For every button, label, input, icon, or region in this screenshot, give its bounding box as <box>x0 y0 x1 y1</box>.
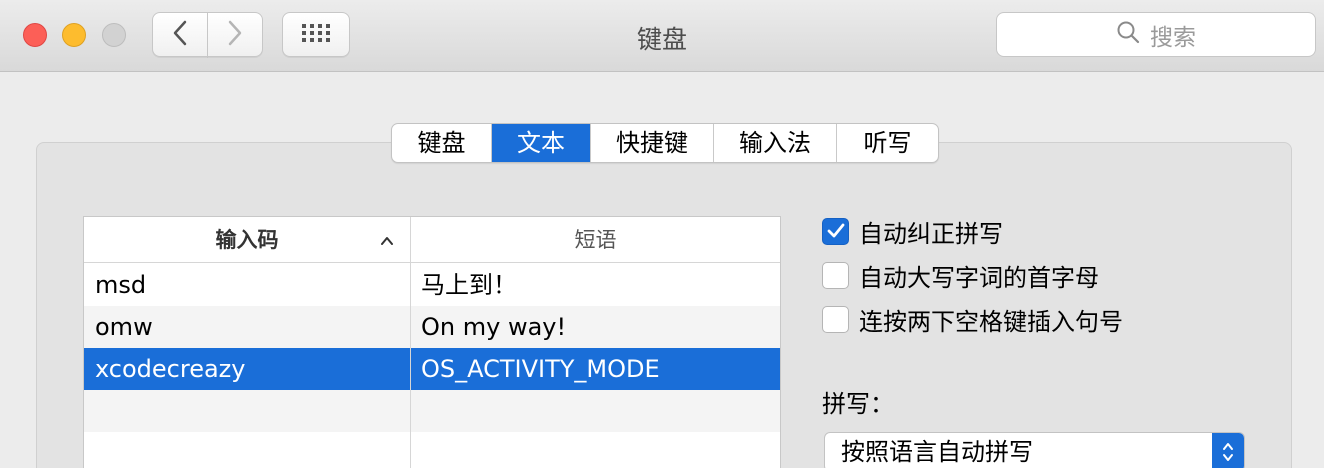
row-phrase: OS_ACTIVITY_MODE <box>421 355 660 383</box>
option-label: 自动纠正拼写 <box>859 219 1003 248</box>
checkmark-icon <box>827 217 845 245</box>
tab-keyboard[interactable]: 键盘 <box>392 124 492 162</box>
spelling-selected-value: 按照语言自动拼写 <box>841 438 1033 466</box>
spelling-label: 拼写： <box>822 390 894 418</box>
row-code: xcodecreazy <box>95 355 246 383</box>
row-code: omw <box>95 313 153 341</box>
table-row-empty <box>84 390 780 432</box>
table-row[interactable]: omw On my way! <box>84 306 780 348</box>
option-auto-capitalize[interactable]: 自动大写字词的首字母 <box>822 260 1099 292</box>
row-phrase: 马上到！ <box>421 271 517 299</box>
table-row[interactable]: msd 马上到！ <box>84 264 780 306</box>
chevron-updown-icon <box>1212 433 1244 468</box>
column-header-code[interactable]: 输入码 <box>84 217 410 263</box>
table-header: 输入码 短语 <box>84 217 780 263</box>
tab-shortcuts[interactable]: 快捷键 <box>591 124 714 162</box>
column-header-phrase[interactable]: 短语 <box>410 217 780 263</box>
option-label: 自动大写字词的首字母 <box>859 263 1099 292</box>
checkbox-checked[interactable] <box>822 217 849 245</box>
column-divider <box>410 263 411 468</box>
tab-bar: 键盘 文本 快捷键 输入法 听写 <box>391 123 939 163</box>
search-field[interactable]: 搜索 <box>996 12 1316 57</box>
table-row-selected[interactable]: xcodecreazy OS_ACTIVITY_MODE <box>84 348 780 390</box>
row-code: msd <box>95 271 147 299</box>
sort-ascending-icon[interactable] <box>380 217 394 268</box>
option-double-space-period[interactable]: 连按两下空格键插入句号 <box>822 304 1123 336</box>
tab-dictation[interactable]: 听写 <box>837 124 938 162</box>
option-auto-correct[interactable]: 自动纠正拼写 <box>822 216 1003 248</box>
checkbox-unchecked[interactable] <box>822 261 849 289</box>
text-replacement-table: 输入码 短语 msd 马上到！ omw On my way! xcodecrea… <box>83 216 781 468</box>
table-row-empty <box>84 432 780 468</box>
tab-input-sources[interactable]: 输入法 <box>714 124 837 162</box>
checkbox-unchecked[interactable] <box>822 305 849 333</box>
spelling-select[interactable]: 按照语言自动拼写 <box>824 432 1245 468</box>
search-placeholder: 搜索 <box>1150 24 1196 51</box>
search-icon <box>1116 20 1140 50</box>
title-bar: 键盘 搜索 <box>0 0 1324 72</box>
row-phrase: On my way! <box>421 313 567 341</box>
tab-text[interactable]: 文本 <box>492 124 591 162</box>
option-label: 连按两下空格键插入句号 <box>859 307 1123 336</box>
